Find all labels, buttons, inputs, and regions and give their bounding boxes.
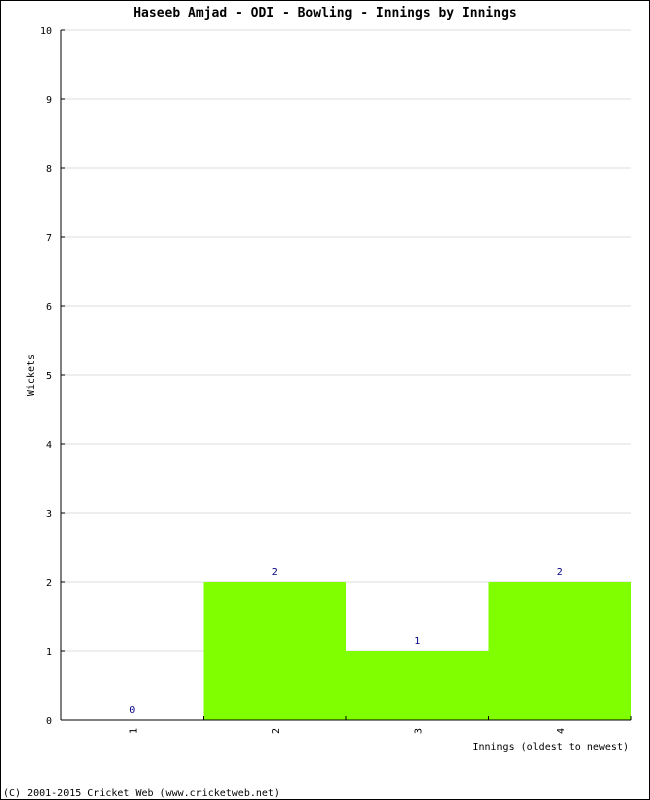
bar: [488, 582, 631, 720]
bar: [203, 582, 346, 720]
x-tick-label: 2: [271, 728, 282, 734]
bar-chart: Haseeb Amjad - ODI - Bowling - Innings b…: [3, 6, 632, 799]
data-label: 2: [557, 567, 563, 578]
y-tick-label: 8: [46, 164, 52, 175]
data-label: 0: [129, 705, 135, 716]
y-tick-label: 10: [40, 26, 52, 37]
data-label: 2: [272, 567, 278, 578]
copyright-footer: (C) 2001-2015 Cricket Web (www.cricketwe…: [3, 788, 280, 799]
gridlines: [61, 29, 631, 652]
y-tick-label: 1: [46, 647, 52, 658]
y-tick-label: 4: [46, 440, 52, 451]
x-axis-label: Innings (oldest to newest): [472, 742, 629, 753]
bars: [203, 582, 631, 720]
bar: [346, 651, 489, 720]
y-axis-label: Wickets: [26, 354, 37, 396]
chart-title: Haseeb Amjad - ODI - Bowling - Innings b…: [133, 6, 517, 21]
x-tick-label: 4: [556, 728, 567, 734]
x-tick-label: 3: [413, 728, 424, 734]
y-tick-label: 5: [46, 371, 52, 382]
y-tick-label: 9: [46, 95, 52, 106]
y-tick-label: 2: [46, 578, 52, 589]
data-label: 1: [414, 636, 420, 647]
y-tick-label: 6: [46, 302, 52, 313]
y-tick-label: 0: [46, 716, 52, 727]
x-tick-label: 1: [128, 728, 139, 734]
y-tick-label: 3: [46, 509, 52, 520]
y-axis: 0 1 2 3 4 5 6 7 8 9 10: [40, 26, 65, 727]
y-tick-label: 7: [46, 233, 52, 244]
